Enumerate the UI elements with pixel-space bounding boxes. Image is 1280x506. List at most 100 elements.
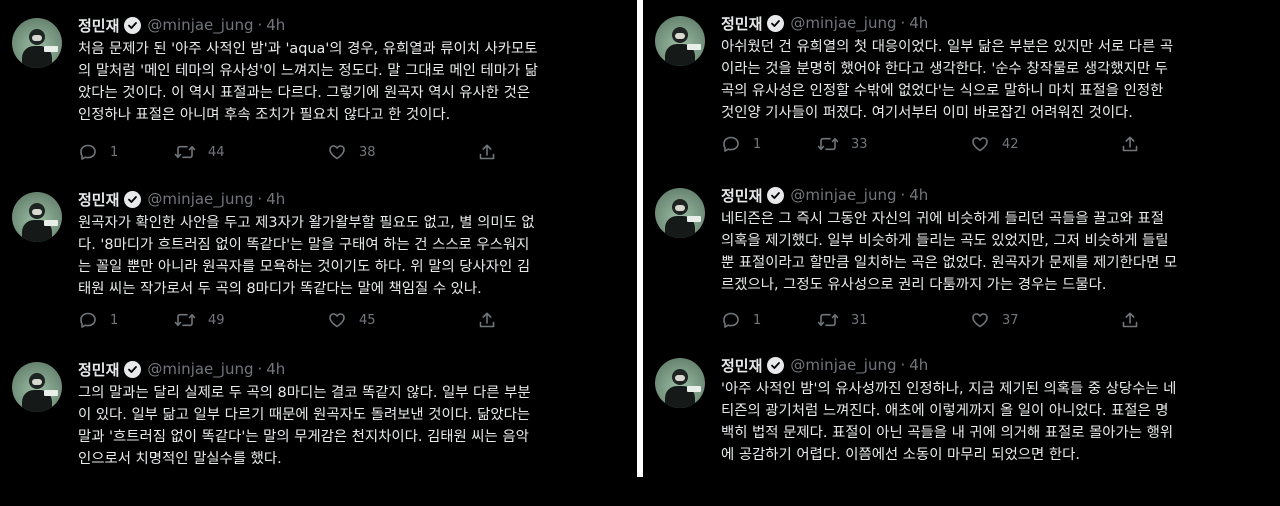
reply-button[interactable]: 1	[78, 310, 174, 330]
tweet-header: 정민재 @minjae_jung · 4h	[78, 188, 285, 210]
retweet-count: 44	[208, 144, 225, 160]
author-name[interactable]: 정민재	[78, 189, 119, 210]
like-button[interactable]: 42	[970, 134, 1120, 154]
tweet-text-line: 태원 씨는 작가로서 두 곡의 8마디가 똑같다는 말에 책임질 수 있나.	[78, 281, 482, 297]
tweet-text-line: 것인양 기사들이 퍼졌다. 여기서부터 이미 바로잡긴 어려워진 것이다.	[721, 105, 1133, 121]
like-icon	[327, 142, 347, 162]
reply-icon	[721, 134, 741, 154]
reply-count: 1	[753, 136, 762, 152]
tweet[interactable]: 정민재 @minjae_jung · 4h 원곡자가 확인한 사안을 두고 제3자가 왈…	[0, 176, 637, 336]
author-handle[interactable]: @minjae_jung	[147, 360, 253, 378]
retweet-button[interactable]: 33	[817, 134, 970, 154]
tweet-text-line: 티즌의 광기처럼 느껴진다. 애초에 이렇게까지 올 일이 아니었다. 표절은 …	[721, 403, 1169, 419]
tweet[interactable]: 정민재 @minjae_jung · 4h 그의 말과는 달리 실제로 두 곡의 8마디…	[0, 346, 637, 506]
retweet-icon	[817, 134, 839, 154]
author-handle[interactable]: @minjae_jung	[790, 356, 896, 374]
share-icon	[477, 310, 497, 330]
reply-icon	[78, 310, 98, 330]
avatar[interactable]	[655, 358, 705, 408]
tweet-text: 처음 문제가 된 '아주 사적인 밤'과 'aqua'의 경우, 유희열과 류이…	[78, 38, 626, 126]
retweet-count: 31	[851, 312, 868, 328]
like-count: 38	[359, 144, 376, 160]
tweet-timestamp[interactable]: 4h	[266, 360, 285, 378]
tweet-timestamp[interactable]: 4h	[909, 356, 928, 374]
author-handle[interactable]: @minjae_jung	[147, 190, 253, 208]
tweet-text-line: 르겠으나, 그정도 유사성으로 권리 다툼까지 가는 경우는 드물다.	[721, 277, 1107, 293]
tweet-text-line: 뿐 표절이라고 할만큼 일치하는 곡은 없었다. 원곡자가 문제를 제기한다면 …	[721, 255, 1178, 271]
left-screenshot-panel: 정민재 @minjae_jung · 4h 처음 문제가 된 '아주 사적인 밤'과 '…	[0, 0, 637, 477]
avatar-lectern	[44, 46, 58, 52]
like-count: 42	[1002, 136, 1019, 152]
author-handle[interactable]: @minjae_jung	[790, 186, 896, 204]
tweet-text-line: 다. '8마디가 흐트러짐 없이 똑같다'는 말을 구태여 하는 건 스스로 우…	[78, 237, 530, 253]
avatar-face	[32, 35, 42, 41]
author-name[interactable]: 정민재	[78, 15, 119, 36]
like-button[interactable]: 38	[327, 142, 477, 162]
author-handle[interactable]: @minjae_jung	[790, 14, 896, 32]
separator-dot: ·	[900, 356, 906, 374]
retweet-button[interactable]: 31	[817, 310, 970, 330]
tweet-text-line: 말과 '흐트러짐 없이 똑같다'는 말의 무게감은 천지차이다. 김태원 씨는 …	[78, 429, 529, 445]
retweet-button[interactable]: 49	[174, 310, 327, 330]
tweet-text-line: 아쉬웠던 건 유희열의 첫 대응이었다. 일부 닮은 부분은 있지만 서로 다른…	[721, 39, 1174, 55]
avatar[interactable]	[12, 18, 62, 68]
share-button[interactable]	[1120, 134, 1140, 154]
reply-button[interactable]: 1	[721, 310, 817, 330]
avatar-lectern	[687, 386, 701, 392]
verified-badge-icon	[767, 186, 785, 204]
separator-dot: ·	[900, 14, 906, 32]
share-button[interactable]	[477, 142, 497, 162]
tweet-timestamp[interactable]: 4h	[266, 16, 285, 34]
reply-button[interactable]: 1	[721, 134, 817, 154]
avatar-face	[675, 205, 685, 211]
reply-icon	[721, 310, 741, 330]
tweet-header: 정민재 @minjae_jung · 4h	[721, 12, 928, 34]
tweet-header: 정민재 @minjae_jung · 4h	[721, 354, 928, 376]
reply-icon	[78, 142, 98, 162]
tweet[interactable]: 정민재 @minjae_jung · 4h 네티즌은 그 즉시 그동안 자신의 귀에 비…	[643, 172, 1280, 332]
reply-button[interactable]: 1	[78, 142, 174, 162]
tweet[interactable]: 정민재 @minjae_jung · 4h 처음 문제가 된 '아주 사적인 밤'과 '…	[0, 2, 637, 162]
tweet-text-line: 그의 말과는 달리 실제로 두 곡의 8마디는 결코 똑같지 않다. 일부 다른…	[78, 385, 531, 401]
tweet-text: 원곡자가 확인한 사안을 두고 제3자가 왈가왈부할 필요도 없고, 별 의미도…	[78, 212, 626, 300]
avatar-lectern	[687, 216, 701, 222]
tweet-header: 정민재 @minjae_jung · 4h	[78, 358, 285, 380]
tweet-actions: 1 49 45	[78, 310, 538, 330]
tweet-timestamp[interactable]: 4h	[909, 186, 928, 204]
avatar-face	[32, 209, 42, 215]
tweet-text-line: 백히 법적 문제다. 표절이 아닌 곡들을 내 귀에 의거해 표절로 몰아가는 …	[721, 425, 1174, 441]
tweet-text-line: 의 말처럼 '메인 테마의 유사성'이 느껴지는 정도다. 말 그대로 메인 테…	[78, 63, 538, 79]
separator-dot: ·	[900, 186, 906, 204]
avatar-lectern	[44, 390, 58, 396]
like-icon	[327, 310, 347, 330]
avatar-face	[675, 375, 685, 381]
author-name[interactable]: 정민재	[721, 13, 762, 34]
share-button[interactable]	[477, 310, 497, 330]
share-icon	[477, 142, 497, 162]
author-name[interactable]: 정민재	[78, 359, 119, 380]
reply-count: 1	[753, 312, 762, 328]
tweet-timestamp[interactable]: 4h	[266, 190, 285, 208]
avatar[interactable]	[12, 192, 62, 242]
tweet-text-line: 는 꼴일 뿐만 아니라 원곡자를 모욕하는 것이기도 하다. 위 말의 당사자인…	[78, 259, 531, 275]
author-name[interactable]: 정민재	[721, 185, 762, 206]
share-button[interactable]	[1120, 310, 1140, 330]
tweet-text-line: '아주 사적인 밤'의 유사성까진 인정하나, 지금 제기된 의혹들 중 상당수…	[721, 381, 1177, 397]
like-button[interactable]: 37	[970, 310, 1120, 330]
avatar[interactable]	[655, 188, 705, 238]
tweet-text-line: 인정하나 표절은 아니며 후속 조치가 필요치 않다고 한 것이다.	[78, 107, 451, 123]
tweet[interactable]: 정민재 @minjae_jung · 4h '아주 사적인 밤'의 유사성까진 인정하나…	[643, 342, 1280, 502]
author-name[interactable]: 정민재	[721, 355, 762, 376]
tweet[interactable]: 정민재 @minjae_jung · 4h 아쉬웠던 건 유희열의 첫 대응이었다. 일…	[643, 0, 1280, 160]
retweet-icon	[174, 142, 196, 162]
like-button[interactable]: 45	[327, 310, 477, 330]
author-handle[interactable]: @minjae_jung	[147, 16, 253, 34]
avatar[interactable]	[655, 16, 705, 66]
retweet-button[interactable]: 44	[174, 142, 327, 162]
retweet-icon	[174, 310, 196, 330]
avatar[interactable]	[12, 362, 62, 412]
tweet-text: '아주 사적인 밤'의 유사성까진 인정하나, 지금 제기된 의혹들 중 상당수…	[721, 378, 1269, 466]
tweet-text-line: 의혹을 제기했다. 일부 비슷하게 들리는 곡도 있었지만, 그저 비슷하게 들…	[721, 233, 1169, 249]
tweet-text-line: 이 있다. 일부 닮고 일부 다르기 때문에 원곡자도 돌려보낸 것이다. 닮았…	[78, 407, 531, 423]
tweet-timestamp[interactable]: 4h	[909, 14, 928, 32]
